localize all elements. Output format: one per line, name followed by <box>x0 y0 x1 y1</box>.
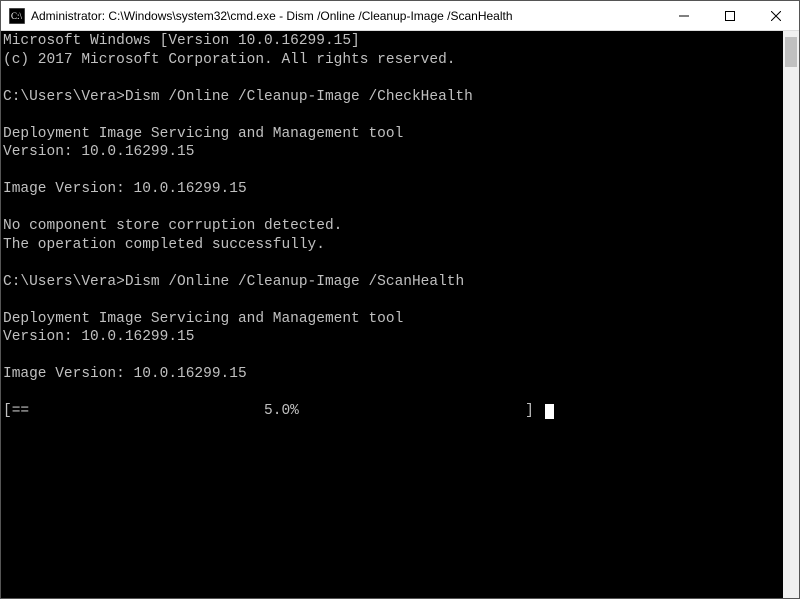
console-line: Deployment Image Servicing and Managemen… <box>3 311 403 327</box>
window-controls <box>661 1 799 30</box>
console-prompt-line: C:\Users\Vera>Dism /Online /Cleanup-Imag… <box>3 89 473 105</box>
console-line: (c) 2017 Microsoft Corporation. All righ… <box>3 52 455 68</box>
console-line: Version: 10.0.16299.15 <box>3 329 194 345</box>
cursor-icon <box>545 404 554 419</box>
minimize-button[interactable] <box>661 1 707 31</box>
console-prompt-line: C:\Users\Vera>Dism /Online /Cleanup-Imag… <box>3 274 464 290</box>
svg-text:C:\: C:\ <box>11 11 23 21</box>
console-line: The operation completed successfully. <box>3 237 325 253</box>
cmd-icon: C:\ <box>9 8 25 24</box>
console-line: Version: 10.0.16299.15 <box>3 144 194 160</box>
close-button[interactable] <box>753 1 799 31</box>
window-title: Administrator: C:\Windows\system32\cmd.e… <box>31 9 661 23</box>
console-line: No component store corruption detected. <box>3 218 342 234</box>
console-line: Deployment Image Servicing and Managemen… <box>3 126 403 142</box>
vertical-scrollbar[interactable] <box>783 31 799 598</box>
progress-line: [== 5.0% ] <box>3 403 543 419</box>
console-line: Image Version: 10.0.16299.15 <box>3 366 247 382</box>
scroll-thumb[interactable] <box>785 37 797 67</box>
console-line: Image Version: 10.0.16299.15 <box>3 181 247 197</box>
console-output[interactable]: Microsoft Windows [Version 10.0.16299.15… <box>1 31 783 598</box>
titlebar[interactable]: C:\ Administrator: C:\Windows\system32\c… <box>1 1 799 31</box>
console-line: Microsoft Windows [Version 10.0.16299.15… <box>3 33 360 49</box>
console-area: Microsoft Windows [Version 10.0.16299.15… <box>1 31 799 598</box>
maximize-button[interactable] <box>707 1 753 31</box>
